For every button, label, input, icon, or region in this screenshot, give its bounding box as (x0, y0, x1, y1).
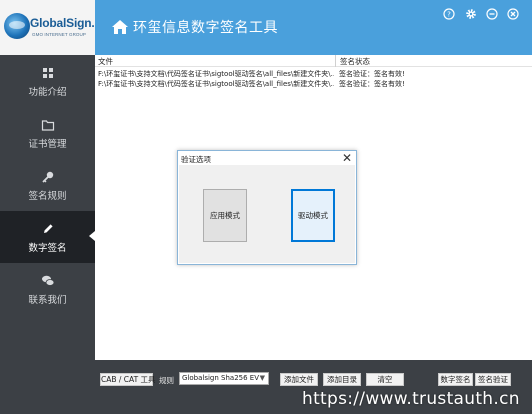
close-icon[interactable]: ✕ (342, 151, 352, 165)
status-cell: 签名验证：签名有效! (339, 70, 405, 78)
file-path-cell: F:\环玺证书\支持文档\代码签名证书\sigtool驱动签名\all_file… (98, 80, 334, 88)
sidebar-item-label: 数字签名 (28, 243, 67, 254)
folder-icon (41, 120, 54, 131)
column-divider[interactable] (335, 55, 336, 67)
app-mode-button[interactable]: 应用模式 (203, 189, 247, 242)
sidebar-item-label: 证书管理 (28, 139, 67, 150)
logo-text: GlobalSign. (30, 16, 95, 30)
clear-button[interactable]: 清空 (366, 373, 404, 386)
add-directory-button[interactable]: 添加目录 (323, 373, 361, 386)
title-bar: GlobalSign. GMO INTERNET GROUP 环玺信息数字签名工… (0, 0, 532, 55)
sidebar-item-label: 联系我们 (28, 295, 67, 306)
settings-icon[interactable] (465, 8, 477, 20)
verify-options-dialog: 验证选项 ✕ 应用模式 驱动模式 (177, 150, 357, 265)
sidebar-item-certificates[interactable]: 证书管理 (0, 107, 95, 159)
column-header-status[interactable]: 签名状态 (340, 56, 370, 67)
digital-sign-button[interactable]: 数字签名 (438, 373, 473, 386)
sidebar-item-features[interactable]: 功能介绍 (0, 55, 95, 107)
sidebar-item-rules[interactable]: 签名规则 (0, 159, 95, 211)
sidebar-item-label: 功能介绍 (28, 87, 67, 98)
verify-signature-button[interactable]: 签名验证 (475, 373, 511, 386)
home-icon[interactable] (111, 18, 129, 36)
watermark: https://www.trustauth.cn (302, 389, 520, 409)
cab-cat-tool-button[interactable]: CAB / CAT 工具 (100, 373, 156, 386)
key-icon (41, 171, 53, 183)
logo: GlobalSign. GMO INTERNET GROUP (0, 0, 95, 55)
sidebar-item-contact[interactable]: 联系我们 (0, 263, 95, 315)
sidebar-item-label: 签名规则 (28, 191, 67, 202)
status-cell: 签名验证：签名有效! (339, 80, 405, 88)
dialog-title: 验证选项 (181, 155, 211, 164)
chevron-down-icon: ▼ (259, 374, 265, 382)
close-icon[interactable] (507, 8, 519, 20)
column-header-file[interactable]: 文件 (98, 56, 113, 67)
driver-mode-button[interactable]: 驱动模式 (291, 189, 335, 242)
globe-icon (4, 13, 30, 39)
minimize-icon[interactable] (486, 8, 498, 20)
app-title: 环玺信息数字签名工具 (133, 20, 278, 36)
table-row[interactable]: F:\环玺证书\支持文档\代码签名证书\sigtool驱动签名\all_file… (95, 79, 532, 89)
sidebar-item-digital-signature[interactable]: 数字签名 (0, 211, 95, 263)
file-path-cell: F:\环玺证书\支持文档\代码签名证书\sigtool驱动签名\all_file… (98, 70, 334, 78)
add-file-button[interactable]: 添加文件 (280, 373, 318, 386)
logo-subtext: GMO INTERNET GROUP (32, 32, 86, 37)
dialog-body: 应用模式 驱动模式 (179, 165, 355, 263)
svg-text:?: ? (447, 11, 451, 19)
table-row[interactable]: F:\环玺证书\支持文档\代码签名证书\sigtool驱动签名\all_file… (95, 69, 532, 79)
chat-icon (41, 275, 54, 286)
rule-select[interactable]: Globalsign Sha256 EV ▼ (179, 372, 269, 385)
rule-select-value: Globalsign Sha256 EV (182, 374, 259, 382)
list-header: 文件 签名状态 (95, 55, 532, 67)
grid-icon (42, 68, 53, 78)
sidebar: 功能介绍 证书管理 签名规则 数字签名 联系我们 (0, 55, 95, 414)
help-icon[interactable]: ? (443, 8, 455, 20)
rule-label: 规则 (159, 376, 174, 385)
pencil-icon (43, 224, 53, 233)
